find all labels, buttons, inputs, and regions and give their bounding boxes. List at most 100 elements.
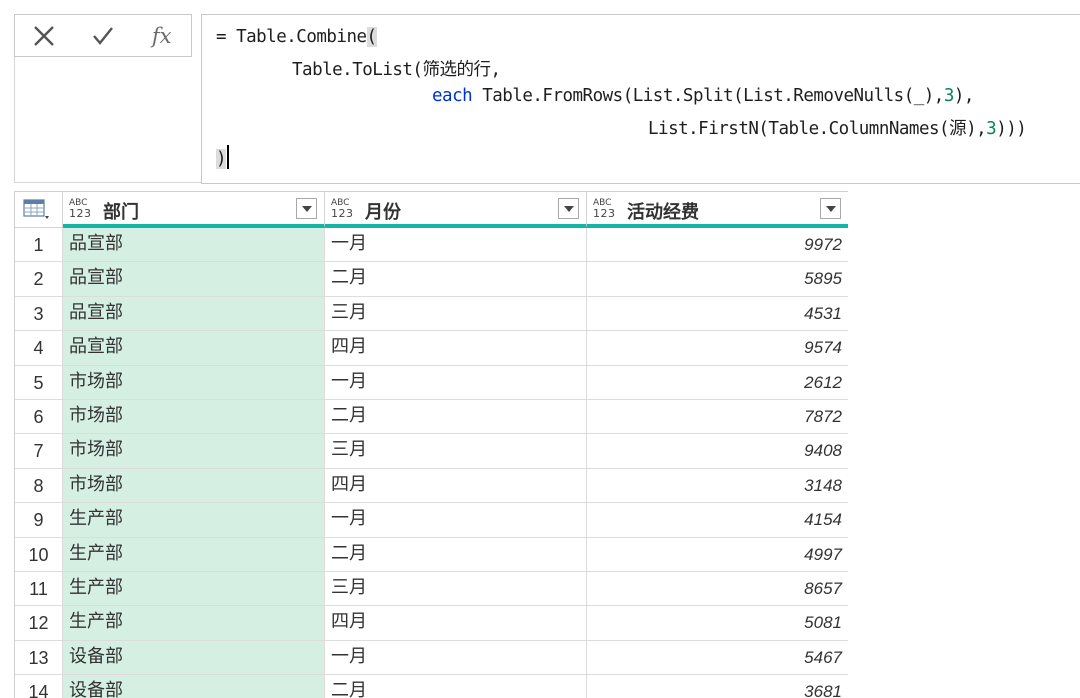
cell-dept[interactable]: 设备部 <box>63 640 325 676</box>
column-title: 部门 <box>103 202 139 223</box>
cell-month[interactable]: 一月 <box>325 640 587 676</box>
cell-dept[interactable]: 品宣部 <box>63 296 325 332</box>
table-row[interactable]: 12 生产部 四月 5081 <box>15 606 848 641</box>
check-icon <box>93 26 113 45</box>
cell-amount[interactable]: 4997 <box>587 538 848 572</box>
cell-amount[interactable]: 4531 <box>587 297 848 332</box>
table-row[interactable]: 1 品宣部 一月 9972 <box>15 228 848 263</box>
cell-month[interactable]: 一月 <box>325 365 587 400</box>
table-row[interactable]: 9 生产部 一月 4154 <box>15 503 848 538</box>
table-icon <box>23 199 49 219</box>
cell-amount[interactable]: 9972 <box>587 228 848 263</box>
cell-dept[interactable]: 生产部 <box>63 503 325 538</box>
formula-line-3: each Table.FromRows(List.Split(List.Remo… <box>432 86 974 106</box>
chevron-down-icon <box>301 205 312 212</box>
table-row[interactable]: 7 市场部 三月 9408 <box>15 434 848 469</box>
column-title: 活动经费 <box>627 202 699 223</box>
cell-amount[interactable]: 2612 <box>587 366 848 400</box>
table-row[interactable]: 8 市场部 四月 3148 <box>15 468 848 504</box>
filter-dropdown-button[interactable] <box>558 198 579 219</box>
cell-dept[interactable]: 市场部 <box>63 365 325 400</box>
cell-dept[interactable]: 品宣部 <box>63 331 325 366</box>
formula-line-5: ) <box>216 145 230 169</box>
row-number: 14 <box>15 675 63 698</box>
cell-amount[interactable]: 3681 <box>587 675 848 698</box>
cell-dept[interactable]: 设备部 <box>63 675 325 698</box>
column-header-dept[interactable]: ABC 123 部门 <box>63 192 325 228</box>
chevron-down-icon <box>825 205 836 212</box>
column-header-month[interactable]: ABC 123 月份 <box>325 192 587 228</box>
filter-dropdown-button[interactable] <box>296 198 317 219</box>
column-header-amount[interactable]: ABC 123 活动经费 <box>587 192 848 228</box>
cell-amount[interactable]: 5895 <box>587 262 848 297</box>
formula-line-1: = Table.Combine( <box>216 27 377 47</box>
cell-amount[interactable]: 5467 <box>587 641 848 676</box>
data-grid: ABC 123 部门 ABC 123 月份 ABC 123 活动经费 1 品宣部 一月 99… <box>14 191 848 698</box>
cell-month[interactable]: 四月 <box>325 331 587 366</box>
row-number: 10 <box>15 537 63 572</box>
formula-editor[interactable]: = Table.Combine( Table.ToList(筛选的行, each… <box>201 14 1080 184</box>
cell-month[interactable]: 四月 <box>325 468 587 504</box>
cancel-button[interactable] <box>15 15 74 56</box>
any-type-icon: ABC 123 <box>331 198 354 220</box>
row-number: 1 <box>15 228 63 263</box>
column-title: 月份 <box>365 202 401 223</box>
any-type-icon: ABC 123 <box>593 198 616 220</box>
cell-month[interactable]: 三月 <box>325 434 587 469</box>
table-menu-button[interactable] <box>15 192 63 228</box>
cell-month[interactable]: 一月 <box>325 228 587 263</box>
table-row[interactable]: 4 品宣部 四月 9574 <box>15 331 848 366</box>
cell-month[interactable]: 四月 <box>325 606 587 641</box>
each-keyword: each <box>432 86 473 106</box>
cell-dept[interactable]: 市场部 <box>63 468 325 504</box>
cell-dept[interactable]: 生产部 <box>63 537 325 572</box>
cell-dept[interactable]: 市场部 <box>63 434 325 469</box>
cell-amount[interactable]: 9574 <box>587 331 848 366</box>
cell-amount[interactable]: 7872 <box>587 400 848 435</box>
cell-month[interactable]: 一月 <box>325 503 587 538</box>
cell-dept[interactable]: 生产部 <box>63 572 325 607</box>
any-type-icon: ABC 123 <box>69 198 92 220</box>
insert-function-button[interactable]: fx <box>132 15 191 56</box>
cell-amount[interactable]: 3148 <box>587 469 848 504</box>
table-row[interactable]: 3 品宣部 三月 4531 <box>15 296 848 332</box>
cell-month[interactable]: 二月 <box>325 262 587 297</box>
cell-month[interactable]: 二月 <box>325 400 587 435</box>
cell-dept[interactable]: 品宣部 <box>63 228 325 263</box>
table-row[interactable]: 10 生产部 二月 4997 <box>15 537 848 572</box>
confirm-button[interactable] <box>74 15 133 56</box>
row-number: 11 <box>15 572 63 607</box>
row-number: 8 <box>15 468 63 504</box>
row-number: 4 <box>15 331 63 366</box>
formula-line-2: Table.ToList(筛选的行, <box>292 60 501 80</box>
cell-amount[interactable]: 9408 <box>587 434 848 469</box>
row-number: 7 <box>15 434 63 469</box>
row-number: 6 <box>15 400 63 435</box>
cell-dept[interactable]: 生产部 <box>63 606 325 641</box>
chevron-down-icon <box>563 205 574 212</box>
row-number: 13 <box>15 640 63 676</box>
table-row[interactable]: 14 设备部 二月 3681 <box>15 675 848 698</box>
formula-bar-left-area <box>14 57 202 183</box>
cell-dept[interactable]: 品宣部 <box>63 262 325 297</box>
table-row[interactable]: 2 品宣部 二月 5895 <box>15 262 848 297</box>
filter-dropdown-button[interactable] <box>820 198 841 219</box>
row-number: 3 <box>15 296 63 332</box>
cell-month[interactable]: 二月 <box>325 537 587 572</box>
cell-amount[interactable]: 5081 <box>587 606 848 641</box>
cell-dept[interactable]: 市场部 <box>63 400 325 435</box>
cell-amount[interactable]: 8657 <box>587 572 848 607</box>
table-row[interactable]: 6 市场部 二月 7872 <box>15 400 848 435</box>
cell-month[interactable]: 三月 <box>325 572 587 607</box>
formula-line-4: List.FirstN(Table.ColumnNames(源),3))) <box>648 119 1027 139</box>
formula-bar-buttons: fx <box>14 14 192 57</box>
row-number: 2 <box>15 262 63 297</box>
table-row[interactable]: 13 设备部 一月 5467 <box>15 640 848 676</box>
cell-month[interactable]: 二月 <box>325 675 587 698</box>
cell-month[interactable]: 三月 <box>325 296 587 332</box>
cell-amount[interactable]: 4154 <box>587 503 848 538</box>
table-row[interactable]: 5 市场部 一月 2612 <box>15 365 848 400</box>
row-number: 5 <box>15 365 63 400</box>
row-number: 9 <box>15 503 63 538</box>
table-row[interactable]: 11 生产部 三月 8657 <box>15 572 848 607</box>
